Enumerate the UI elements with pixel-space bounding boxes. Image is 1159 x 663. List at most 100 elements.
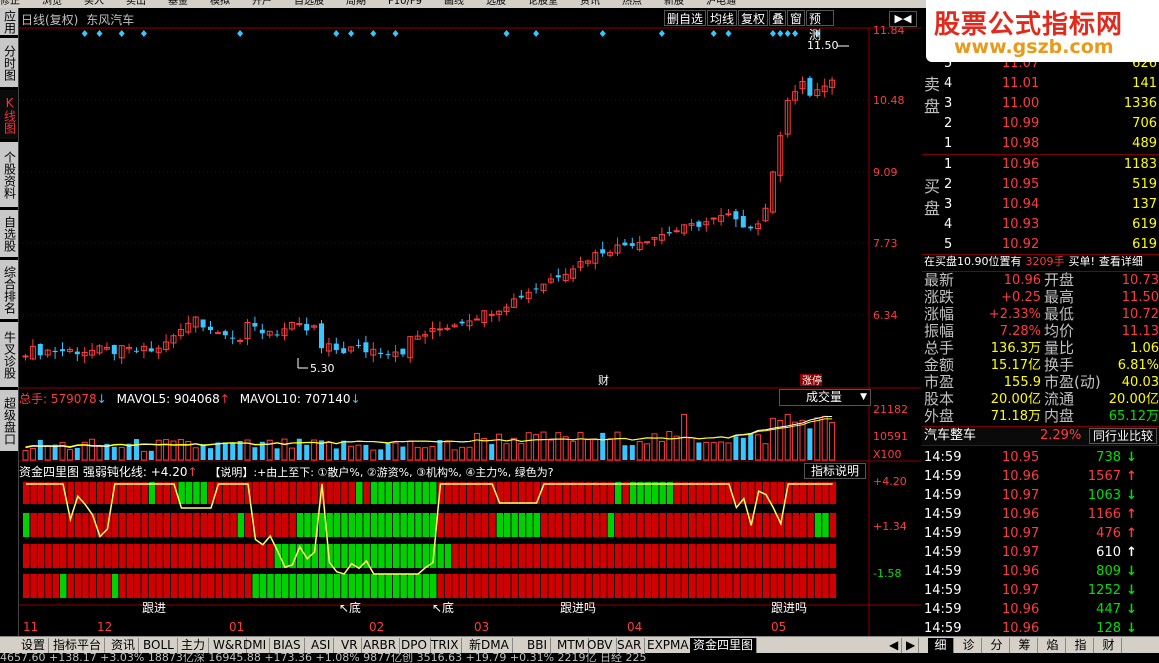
- sidebar-tab[interactable]: 自选股: [0, 210, 18, 258]
- top-menu-item[interactable]: 资讯: [580, 0, 600, 7]
- volume-bar: [792, 421, 799, 461]
- indicator-tab[interactable]: DMI: [240, 638, 271, 653]
- panel-tab[interactable]: 诊: [956, 638, 982, 653]
- top-menu-item[interactable]: 沪电通: [706, 0, 736, 7]
- top-menu-item[interactable]: 模拟: [210, 0, 230, 7]
- stock-name: 东风汽车: [86, 13, 135, 27]
- toolbar-button[interactable]: 预测: [806, 10, 834, 42]
- low-label: 5.30: [310, 362, 335, 375]
- indicator-tab[interactable]: 指标平台: [50, 638, 106, 653]
- panel-tab[interactable]: 细: [928, 638, 954, 653]
- fund-flow-block: [237, 482, 245, 504]
- fund-flow-block: [30, 513, 37, 537]
- sell-order-row[interactable]: 3 11.00 1336: [922, 94, 1159, 114]
- indicator-tab[interactable]: 设置: [18, 638, 50, 653]
- date-axis-label: 04: [627, 620, 642, 634]
- limit-up-marker[interactable]: 涨: [802, 375, 812, 387]
- suspend-marker[interactable]: 停: [812, 374, 822, 387]
- panel-tab[interactable]: 指: [1068, 638, 1094, 653]
- indicator-tab[interactable]: VR: [338, 638, 362, 653]
- indicator-tab[interactable]: 资讯: [108, 638, 140, 653]
- sidebar-tab[interactable]: 牛叉诊股: [0, 322, 18, 388]
- top-menu-item[interactable]: 基金: [168, 0, 188, 7]
- sidebar-tab[interactable]: 分时图: [0, 38, 18, 88]
- indicator-tab[interactable]: 主力: [178, 638, 210, 653]
- top-menu-item[interactable]: 选股: [486, 0, 506, 7]
- indicator-tab[interactable]: BBI: [524, 638, 552, 653]
- buy-order-row[interactable]: 4 10.93 619: [922, 215, 1159, 235]
- toolbar-button[interactable]: 复权: [738, 10, 768, 26]
- candle: [733, 211, 739, 220]
- top-menu-item[interactable]: 新股: [664, 0, 684, 7]
- toolbar-button[interactable]: 删自选: [664, 10, 706, 26]
- sell-order-row[interactable]: 4 11.01 141: [922, 74, 1159, 94]
- volume-bar: [333, 448, 339, 460]
- sidebar-tab[interactable]: 超级盘口: [0, 390, 18, 452]
- quote-label: 市盈(动): [1044, 373, 1101, 391]
- indicator-tab[interactable]: BOLL: [140, 638, 178, 653]
- indicator-tab[interactable]: DPO: [398, 638, 431, 653]
- top-menu-item[interactable]: 开户: [252, 0, 272, 7]
- fund-flow-block: [555, 513, 563, 537]
- top-menu-item[interactable]: 浏览: [42, 0, 62, 7]
- fund-flow-block: [548, 574, 555, 598]
- indicator-dropdown[interactable]: 成交量 ▼: [779, 389, 871, 406]
- sell-order-row[interactable]: 2 10.99 706: [922, 114, 1159, 134]
- indicator-tab[interactable]: 新DMA: [466, 638, 513, 653]
- candle: [274, 334, 280, 336]
- fund-flow-block: [444, 574, 452, 598]
- buy-order-row[interactable]: 3 10.94 137: [922, 195, 1159, 215]
- industry-compare-button[interactable]: 同行业比较: [1088, 428, 1157, 444]
- top-menu-item[interactable]: 热点: [622, 0, 642, 7]
- indicator-tab[interactable]: ASI: [308, 638, 335, 653]
- sidebar-tab[interactable]: 应用: [0, 8, 18, 36]
- indicator-tab[interactable]: BIAS: [270, 638, 305, 653]
- order-price: 10.99: [1002, 116, 1040, 131]
- panel-tab[interactable]: 财: [1096, 638, 1122, 653]
- notice-detail-link[interactable]: 查看详细: [1099, 255, 1143, 268]
- kline-chart-area[interactable]: 11.84 10.48 9.09 7.73 6.34 21182 10591 X100 +4.2…: [19, 8, 921, 636]
- top-menu-item[interactable]: 买入: [84, 0, 104, 7]
- fund-flow-block: [800, 482, 807, 504]
- toolbar-button[interactable]: 叠: [769, 10, 786, 26]
- top-menu-item[interactable]: 卖出: [126, 0, 146, 7]
- top-menu-item[interactable]: 修正: [0, 0, 20, 7]
- top-menu-item[interactable]: 画线: [444, 0, 464, 7]
- industry-name[interactable]: 汽车整车: [924, 427, 976, 445]
- buy-order-row[interactable]: 1 10.96 1183: [922, 155, 1159, 175]
- panel-tab[interactable]: 焰: [1040, 638, 1066, 653]
- indicator-help-button[interactable]: 指标说明: [804, 463, 866, 479]
- fund-flow-block: [141, 513, 148, 537]
- indicator-tab[interactable]: TRIX: [428, 638, 463, 653]
- toolbar-button[interactable]: 窗: [787, 10, 805, 26]
- quote-row: 涨跌 +0.25 最高 11.50: [922, 289, 1159, 306]
- financial-marker[interactable]: 财: [598, 373, 609, 387]
- buy-order-row[interactable]: 5 10.92 619: [922, 235, 1159, 255]
- sidebar-tab[interactable]: 综合排名: [0, 260, 18, 320]
- sell-order-row[interactable]: 1 10.98 489: [922, 134, 1159, 154]
- kline-chart-svg[interactable]: 11.8410.489.097.736.342118210591X100+4.2…: [19, 8, 921, 636]
- tab-scroll-right-icon[interactable]: ▶: [903, 638, 919, 653]
- top-menu-item[interactable]: 论股堂: [528, 0, 558, 7]
- indicator-tab[interactable]: ARBR: [360, 638, 401, 653]
- buy-order-row[interactable]: 2 10.95 519: [922, 175, 1159, 195]
- tab-scroll-left-icon[interactable]: ◀: [886, 638, 902, 653]
- arrow-expand-icon[interactable]: ▶◀: [889, 11, 917, 27]
- fund-flow-block: [37, 482, 45, 504]
- indicator-tab[interactable]: SAR: [614, 638, 646, 653]
- indicator-tab[interactable]: OBV: [584, 638, 617, 653]
- top-menu-item[interactable]: 周期: [346, 0, 366, 7]
- toolbar-button[interactable]: 均线: [707, 10, 737, 26]
- sidebar-tab[interactable]: K线图: [0, 90, 18, 140]
- panel-tab[interactable]: 分: [984, 638, 1010, 653]
- top-menu-item[interactable]: F10/F9: [388, 0, 422, 7]
- sidebar-tab[interactable]: 个股资料: [0, 142, 18, 208]
- date-axis-label: 12: [97, 620, 112, 634]
- indicator-tab[interactable]: EXPMA: [644, 638, 693, 653]
- fund-flow-block: [792, 513, 800, 537]
- top-menu-item[interactable]: 自选股: [294, 0, 324, 7]
- fund-flow-block: [785, 574, 792, 598]
- panel-tab[interactable]: 筹: [1012, 638, 1038, 653]
- fund-flow-block: [481, 544, 489, 568]
- indicator-tab[interactable]: 资金四里图: [690, 638, 758, 653]
